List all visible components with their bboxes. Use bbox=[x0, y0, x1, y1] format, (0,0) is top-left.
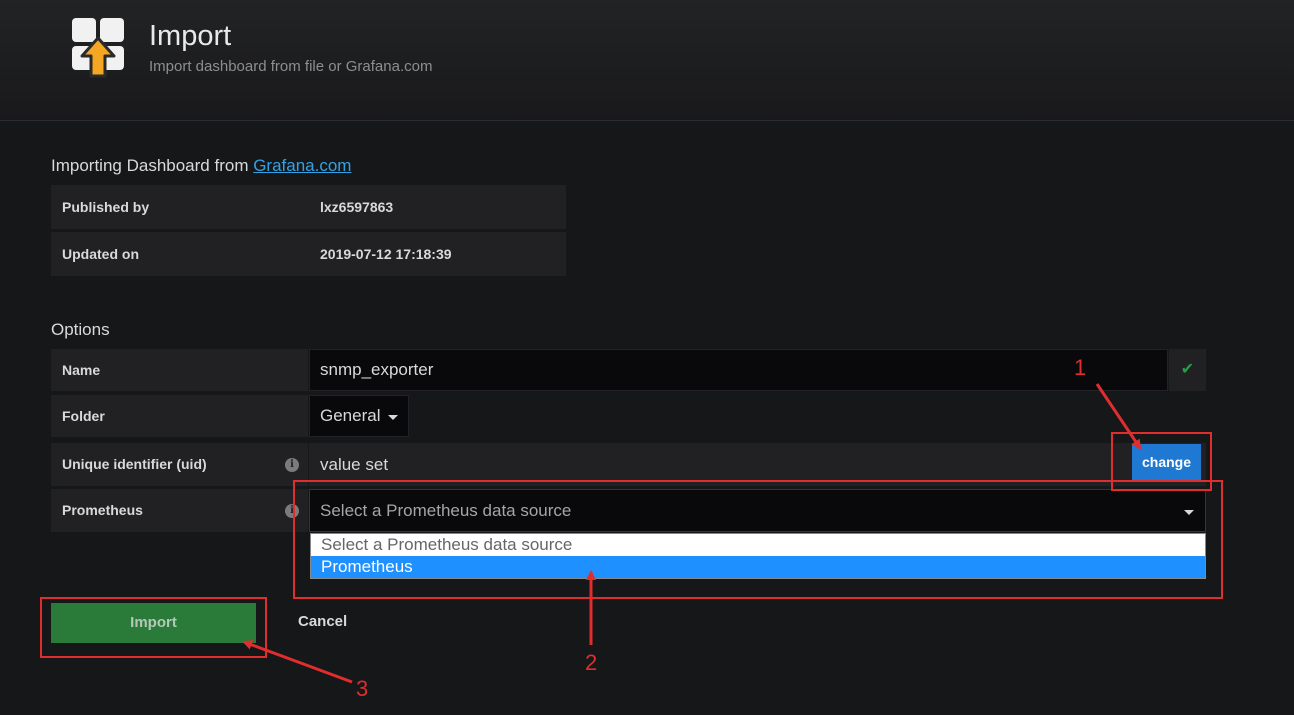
name-label: Name bbox=[51, 349, 308, 391]
prometheus-label: Prometheus bbox=[51, 489, 308, 532]
grafana-com-link[interactable]: Grafana.com bbox=[253, 156, 351, 175]
options-heading: Options bbox=[51, 320, 110, 339]
check-icon: ✔ bbox=[1169, 349, 1206, 391]
caret-down-icon bbox=[388, 415, 398, 420]
annotation-number-3: 3 bbox=[356, 676, 369, 701]
import-source-prefix: Importing Dashboard from bbox=[51, 156, 254, 175]
import-source-heading: Importing Dashboard from Grafana.com bbox=[51, 156, 351, 176]
page-header: Import Import dashboard from file or Gra… bbox=[0, 0, 1294, 121]
published-by-value: lxz6597863 bbox=[308, 185, 566, 229]
name-input[interactable]: snmp_exporter bbox=[309, 349, 1168, 391]
published-by-label: Published by bbox=[51, 185, 308, 229]
annotation-box-import bbox=[40, 597, 267, 658]
page-title: Import bbox=[149, 20, 232, 52]
cancel-button[interactable]: Cancel bbox=[298, 613, 347, 630]
folder-select-value: General bbox=[320, 406, 381, 425]
folder-label: Folder bbox=[51, 395, 308, 437]
folder-select[interactable]: General bbox=[309, 395, 409, 437]
annotation-number-2: 2 bbox=[585, 650, 598, 675]
page-subtitle: Import dashboard from file or Grafana.co… bbox=[149, 58, 433, 75]
updated-on-label: Updated on bbox=[51, 232, 308, 276]
info-circle-icon: i bbox=[285, 458, 299, 472]
updated-on-value: 2019-07-12 17:18:39 bbox=[308, 232, 566, 276]
uid-label: Unique identifier (uid) bbox=[51, 443, 308, 486]
annotation-number-1: 1 bbox=[1074, 355, 1087, 380]
import-dashboard-icon bbox=[72, 18, 124, 78]
annotation-box-datasource bbox=[293, 480, 1223, 599]
